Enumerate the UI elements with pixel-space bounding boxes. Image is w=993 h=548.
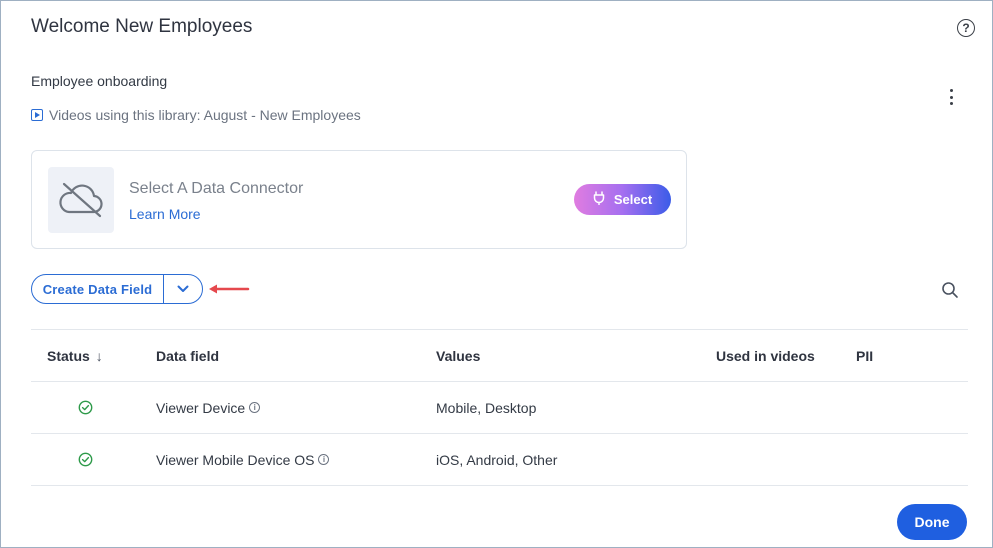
videos-using-library: Videos using this library: August - New … xyxy=(31,107,361,123)
connector-title: Select A Data Connector xyxy=(129,180,304,197)
select-connector-button[interactable]: Select xyxy=(574,184,671,215)
header-used-in-videos: Used in videos xyxy=(716,347,815,364)
data-connector-card: Select A Data Connector Learn More Selec… xyxy=(31,150,687,249)
search-icon[interactable] xyxy=(941,281,959,299)
video-library-icon xyxy=(31,109,43,121)
header-pii: PII xyxy=(856,347,874,364)
cloud-off-icon xyxy=(48,167,114,233)
more-options-icon[interactable] xyxy=(945,89,957,105)
data-field-values: Mobile, Desktop xyxy=(436,399,537,416)
create-data-field-button[interactable]: Create Data Field xyxy=(32,275,164,303)
create-data-field-split-button: Create Data Field xyxy=(31,274,203,304)
dialog: Welcome New Employees ? Employee onboard… xyxy=(0,0,993,548)
table-row[interactable]: Viewer Device i Mobile, Desktop xyxy=(31,382,968,434)
learn-more-link[interactable]: Learn More xyxy=(129,206,201,222)
help-icon[interactable]: ? xyxy=(957,19,975,37)
select-button-label: Select xyxy=(613,192,653,207)
info-icon[interactable]: i xyxy=(249,402,261,413)
data-field-values: iOS, Android, Other xyxy=(436,451,558,468)
create-data-field-dropdown[interactable] xyxy=(164,275,202,303)
info-icon[interactable]: i xyxy=(318,454,330,465)
data-field-label: Viewer Mobile Device OS xyxy=(156,451,315,468)
dialog-title: Welcome New Employees xyxy=(31,16,253,37)
status-ok-icon xyxy=(78,382,93,433)
done-button[interactable]: Done xyxy=(897,504,967,540)
header-data-field: Data field xyxy=(156,347,220,364)
dialog-subtitle: Employee onboarding xyxy=(31,73,168,89)
header-status[interactable]: Status ↓ xyxy=(47,330,103,381)
header-values: Values xyxy=(436,347,481,364)
data-field-name: Viewer Device i xyxy=(156,382,261,433)
annotation-arrow-icon xyxy=(209,284,250,294)
header-status-label: Status xyxy=(47,347,90,364)
data-field-name: Viewer Mobile Device OS i xyxy=(156,434,330,485)
table-header-row: Status ↓ Data field Values Used in video… xyxy=(31,329,968,382)
data-field-label: Viewer Device xyxy=(156,399,246,416)
plug-icon xyxy=(593,191,605,208)
status-ok-icon xyxy=(78,434,93,485)
data-fields-table: Status ↓ Data field Values Used in video… xyxy=(31,329,968,486)
chevron-down-icon xyxy=(177,285,189,292)
videos-using-library-text: Videos using this library: August - New … xyxy=(49,107,361,123)
table-row[interactable]: Viewer Mobile Device OS i iOS, Android, … xyxy=(31,434,968,486)
sort-arrow-down-icon[interactable]: ↓ xyxy=(96,348,103,364)
